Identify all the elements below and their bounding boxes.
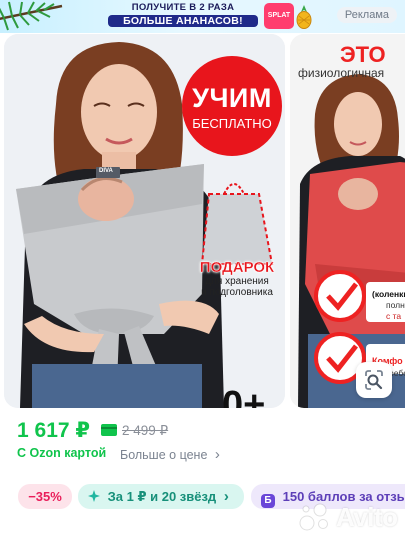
promo-subtitle: БЕСПЛАТНО	[192, 116, 272, 131]
discount-badge[interactable]: −35%	[18, 484, 72, 509]
stars-offer-label: За 1 ₽ и 20 звёзд	[107, 489, 217, 504]
image-search-button[interactable]	[356, 362, 392, 398]
more-about-price-link[interactable]: Больше о цене ›	[120, 446, 220, 463]
ad-label: Реклама	[336, 7, 397, 23]
second-title: ЭТО	[340, 42, 386, 67]
sparkle-icon	[88, 490, 100, 502]
pineapple-icon	[296, 5, 312, 29]
current-price: 1 617 ₽	[17, 419, 90, 442]
ozon-card-row: С Ozon картой Больше о цене ›	[17, 446, 220, 464]
points-icon: Б	[261, 494, 275, 508]
gift-subtitle-1: для хранения	[205, 276, 269, 287]
ad-headline-line2: БОЛЬШЕ АНАНАСОВ!	[108, 15, 258, 27]
gift-subtitle-2: и подголовника	[201, 287, 273, 298]
stars-offer-badge[interactable]: За 1 ₽ и 20 звёзд ›	[78, 484, 244, 509]
product-image-main[interactable]: УЧИМ БЕСПЛАТНО ПОДАРОК для хранения и по…	[4, 34, 285, 408]
chevron-right-icon: ›	[223, 488, 229, 505]
promo-title: УЧИМ	[192, 83, 272, 113]
old-price: 2 499 ₽	[122, 423, 169, 438]
second-feature-1-line2: полн	[386, 300, 405, 310]
product-photo-second	[290, 34, 405, 408]
chevron-right-icon: ›	[214, 446, 220, 463]
gift-title: ПОДАРОК	[199, 259, 275, 276]
bank-card-icon	[101, 424, 117, 436]
more-about-price-label: Больше о цене	[120, 448, 208, 462]
promo-badge: УЧИМ БЕСПЛАТНО	[182, 56, 282, 156]
ad-banner[interactable]: ПОЛУЧИТЕ В 2 РАЗА БОЛЬШЕ АНАНАСОВ! SPLAT…	[0, 0, 405, 33]
age-label: 0+	[222, 384, 266, 408]
ozon-card-label: С Ozon картой	[17, 446, 107, 460]
product-image-second[interactable]: ЭТО физиологичная (коленки в полн с та К…	[290, 34, 405, 408]
gift-label: ПОДАРОК для хранения и подголовника	[192, 259, 282, 298]
second-feature-1: (коленки в	[372, 289, 405, 299]
ad-headline: ПОЛУЧИТЕ В 2 РАЗА БОЛЬШЕ АНАНАСОВ!	[108, 2, 258, 27]
branch-icon	[0, 1, 63, 31]
brand-tag: DIVA	[99, 168, 113, 174]
avito-logo-icon	[299, 503, 328, 531]
product-listing-page: ПОЛУЧИТЕ В 2 РАЗА БОЛЬШЕ АНАНАСОВ! SPLAT…	[0, 0, 405, 540]
image-search-icon	[365, 370, 383, 390]
second-subtitle: физиологичная	[298, 66, 385, 80]
ad-product-logo: SPLAT	[264, 3, 294, 29]
ad-headline-line1: ПОЛУЧИТЕ В 2 РАЗА	[131, 2, 235, 13]
second-feature-1-line3: с та	[386, 311, 402, 321]
avito-watermark-text: Avito	[336, 502, 398, 532]
